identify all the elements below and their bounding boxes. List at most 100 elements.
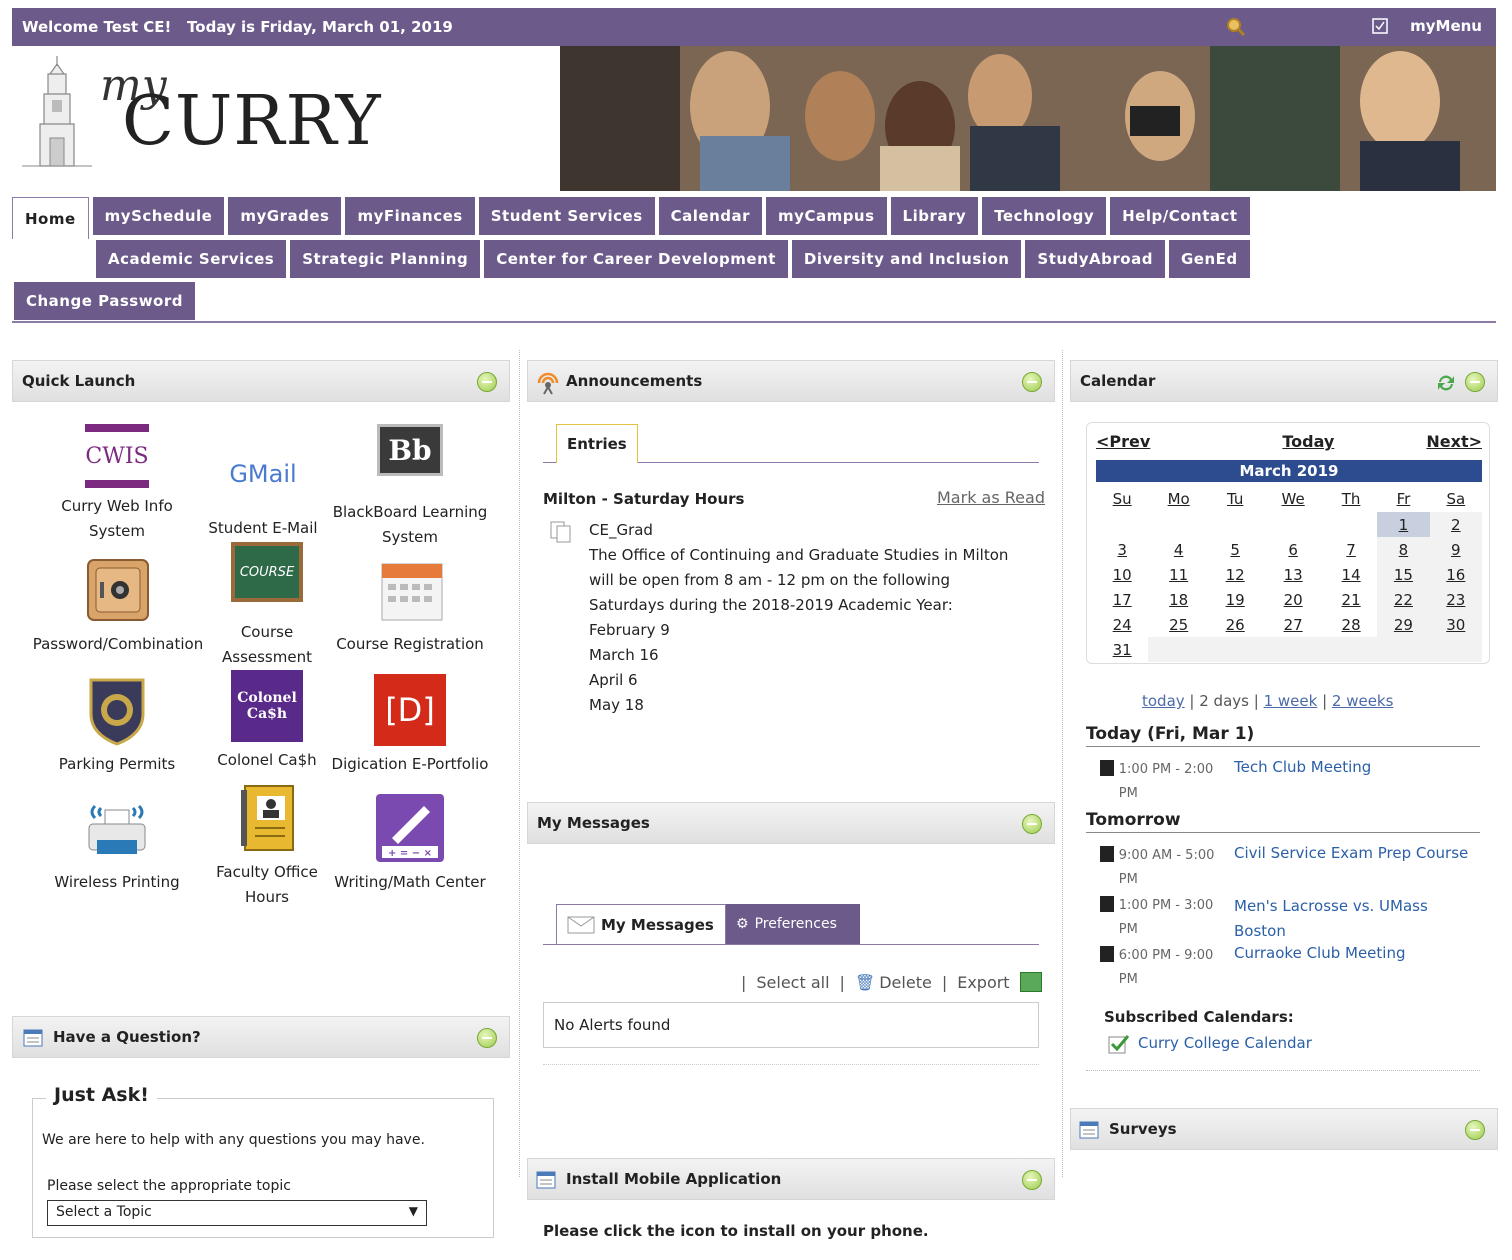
calendar-day[interactable]: 25: [1148, 612, 1209, 637]
ql-digication[interactable]: [D] Digication E-Portfolio: [328, 674, 492, 777]
calendar-day[interactable]: 14: [1325, 562, 1377, 587]
export-link[interactable]: Export: [957, 973, 1009, 992]
collapse-icon[interactable]: [1465, 1120, 1485, 1140]
ql-password[interactable]: Password/Combination: [26, 554, 210, 657]
view-2weeks-link[interactable]: 2 weeks: [1332, 692, 1394, 710]
mycurry-logo[interactable]: my CURRY: [12, 46, 557, 191]
collapse-icon[interactable]: [477, 1028, 497, 1048]
collapse-icon[interactable]: [1022, 1170, 1042, 1190]
weekday-header: Sa: [1446, 490, 1466, 508]
ql-wireless-printing[interactable]: Wireless Printing: [42, 792, 192, 895]
ql-student-email[interactable]: GMail Student E-Mail: [198, 438, 328, 541]
calendar-day[interactable]: 2: [1429, 512, 1482, 537]
ql-course-assessment[interactable]: COURSE Course Assessment: [208, 542, 326, 670]
collapse-icon[interactable]: [1022, 372, 1042, 392]
topic-select[interactable]: Select a Topic ▼: [47, 1200, 427, 1226]
tab-home[interactable]: Home: [12, 197, 89, 239]
calendar-day[interactable]: 4: [1148, 537, 1209, 562]
event-title[interactable]: Men's Lacrosse vs. UMass Boston: [1234, 894, 1454, 944]
next-month-link[interactable]: Next>: [1426, 432, 1482, 451]
delete-link[interactable]: Delete: [879, 973, 932, 992]
calendar-day: [1324, 512, 1378, 537]
event-title[interactable]: Civil Service Exam Prep Course: [1234, 844, 1468, 862]
calendar-day[interactable]: 10: [1096, 562, 1148, 587]
ql-blackboard[interactable]: Bb BlackBoard Learning System: [328, 424, 492, 550]
mark-as-read-link[interactable]: Mark as Read: [937, 488, 1045, 507]
tab-diversity-inclusion[interactable]: Diversity and Inclusion: [791, 240, 1022, 278]
calendar-day[interactable]: 15: [1377, 562, 1430, 587]
select-all-link[interactable]: Select all: [756, 973, 829, 992]
ql-faculty-office-hours[interactable]: Faculty Office Hours: [208, 782, 326, 910]
event-item: 9:00 AM - 5:00 PM Civil Service Exam Pre…: [1100, 844, 1480, 892]
calendar-day[interactable]: 7: [1325, 537, 1377, 562]
calendar-day[interactable]: 23: [1429, 587, 1482, 612]
calendar-day[interactable]: 19: [1209, 587, 1261, 612]
view-1week-link[interactable]: 1 week: [1264, 692, 1318, 710]
welcome-text: Welcome Test CE! Today is Friday, March …: [22, 18, 453, 36]
left-column: Quick Launch CWIS Curry Web Info System …: [12, 360, 510, 1238]
calendar-day[interactable]: 21: [1325, 587, 1377, 612]
event-title[interactable]: Tech Club Meeting: [1234, 758, 1371, 776]
tab-mycampus[interactable]: myCampus: [766, 197, 887, 235]
tab-change-password[interactable]: Change Password: [14, 282, 195, 320]
tab-student-services[interactable]: Student Services: [478, 197, 655, 235]
calendar-day[interactable]: 13: [1261, 562, 1325, 587]
calendar-day[interactable]: 17: [1096, 587, 1148, 612]
calendar-day[interactable]: 24: [1096, 612, 1148, 637]
tab-career-development[interactable]: Center for Career Development: [484, 240, 788, 278]
event-title[interactable]: Curraoke Club Meeting: [1234, 944, 1405, 962]
tab-academic-services[interactable]: Academic Services: [96, 240, 287, 278]
calendar-day[interactable]: 30: [1429, 612, 1482, 637]
ql-parking-permits[interactable]: Parking Permits: [42, 674, 192, 777]
mymenu-button[interactable]: myMenu: [1372, 17, 1482, 35]
calendar-day[interactable]: 16: [1429, 562, 1482, 587]
calendar-day[interactable]: 1: [1377, 512, 1430, 537]
refresh-icon[interactable]: [1435, 372, 1457, 394]
ql-cwis[interactable]: CWIS Curry Web Info System: [42, 424, 192, 544]
subscribed-calendar-link[interactable]: Curry College Calendar: [1138, 1034, 1312, 1052]
calendar-day[interactable]: 5: [1209, 537, 1261, 562]
tab-my-messages[interactable]: My Messages: [556, 904, 726, 944]
calendar-day[interactable]: 9: [1429, 537, 1482, 562]
calendar-day[interactable]: 22: [1377, 587, 1430, 612]
ql-writing-math[interactable]: + = − × Writing/Math Center: [328, 792, 492, 895]
tab-technology[interactable]: Technology: [982, 197, 1107, 235]
collapse-icon[interactable]: [1022, 814, 1042, 834]
tab-myschedule[interactable]: mySchedule: [92, 197, 225, 235]
search-icon[interactable]: [1226, 17, 1246, 37]
tab-help-contact[interactable]: Help/Contact: [1110, 197, 1250, 235]
tab-calendar[interactable]: Calendar: [658, 197, 763, 235]
ql-course-registration[interactable]: Course Registration: [328, 554, 492, 657]
tab-library[interactable]: Library: [890, 197, 979, 235]
tab-entries[interactable]: Entries: [556, 424, 638, 463]
collapse-icon[interactable]: [1465, 372, 1485, 392]
colonel-cash-icon: Colonel Ca$h: [231, 670, 303, 742]
view-today-link[interactable]: today: [1142, 692, 1185, 710]
trash-icon[interactable]: 🗑: [855, 973, 875, 992]
calendar-day[interactable]: 8: [1377, 537, 1430, 562]
tab-studyabroad[interactable]: StudyAbroad: [1025, 240, 1165, 278]
calendar-day[interactable]: 29: [1377, 612, 1430, 637]
view-2days-label[interactable]: 2 days: [1199, 692, 1249, 710]
tab-gened[interactable]: GenEd: [1168, 240, 1250, 278]
calendar-day: [1209, 637, 1262, 662]
ql-colonel-cash[interactable]: Colonel Ca$h Colonel Ca$h: [208, 670, 326, 773]
calendar-day[interactable]: 18: [1148, 587, 1209, 612]
calendar-day[interactable]: 31: [1096, 637, 1148, 662]
calendar-day[interactable]: 12: [1209, 562, 1261, 587]
today-link[interactable]: Today: [1282, 432, 1334, 451]
prev-month-link[interactable]: <Prev: [1096, 432, 1150, 451]
calendar-day[interactable]: 26: [1209, 612, 1261, 637]
calendar-day[interactable]: 6: [1261, 537, 1325, 562]
collapse-icon[interactable]: [477, 372, 497, 392]
tab-strategic-planning[interactable]: Strategic Planning: [290, 240, 481, 278]
excel-icon[interactable]: [1019, 972, 1042, 992]
calendar-day[interactable]: 28: [1325, 612, 1377, 637]
tab-mygrades[interactable]: myGrades: [228, 197, 342, 235]
calendar-day[interactable]: 27: [1261, 612, 1325, 637]
calendar-day[interactable]: 11: [1148, 562, 1209, 587]
calendar-day[interactable]: 3: [1096, 537, 1148, 562]
tab-preferences[interactable]: ⚙ Preferences: [726, 904, 860, 944]
calendar-day[interactable]: 20: [1261, 587, 1325, 612]
tab-myfinances[interactable]: myFinances: [345, 197, 475, 235]
